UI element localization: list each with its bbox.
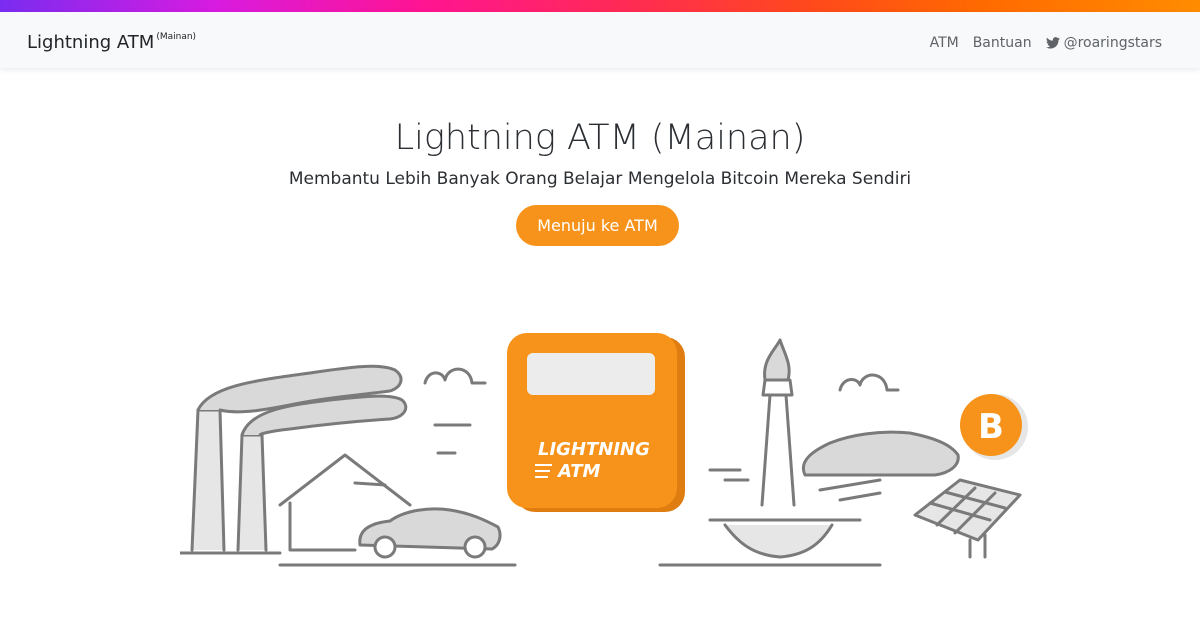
brand-superscript: (Mainan) bbox=[156, 32, 197, 42]
nav-link-twitter-label: @roaringstars bbox=[1063, 35, 1162, 51]
bitcoin-symbol: B bbox=[978, 407, 1004, 447]
go-to-atm-button[interactable]: Menuju ke ATM bbox=[516, 205, 679, 246]
atm-graphic: LIGHTNING ATM bbox=[507, 333, 685, 512]
left-car-graphic bbox=[278, 507, 517, 567]
city-illustration: LIGHTNING ATM B bbox=[180, 333, 1028, 567]
atm-logo-line2: ATM bbox=[556, 461, 600, 482]
bitcoin-coin-icon: B bbox=[960, 394, 1028, 460]
nav-link-bantuan-label: Bantuan bbox=[972, 35, 1032, 51]
brand-title: Lightning ATM bbox=[27, 32, 155, 53]
navbar: Lightning ATM (Mainan) ATM Bantuan @roari… bbox=[0, 12, 1200, 68]
right-cloud-graphic bbox=[838, 373, 900, 392]
nav-link-atm[interactable]: ATM bbox=[930, 35, 959, 51]
twitter-icon bbox=[1045, 37, 1060, 49]
flying-car-graphic bbox=[801, 430, 960, 502]
nav-link-bantuan[interactable]: Bantuan bbox=[973, 35, 1032, 51]
page-subtitle: Membantu Lebih Banyak Orang Belajar Meng… bbox=[288, 169, 912, 189]
solar-panel-graphic bbox=[913, 478, 1022, 559]
atm-logo-line1: LIGHTNING bbox=[538, 439, 650, 460]
nav-link-atm-label: ATM bbox=[929, 35, 959, 51]
left-cloud-graphic bbox=[423, 367, 487, 385]
page-title: Lightning ATM (Mainan) bbox=[394, 118, 806, 158]
brand-logo[interactable]: Lightning ATM (Mainan) bbox=[27, 32, 196, 53]
nav-link-twitter[interactable]: @roaringstars bbox=[1045, 35, 1162, 51]
top-gradient-bar bbox=[0, 0, 1200, 12]
nav-links: ATM Bantuan @roaringstars bbox=[930, 35, 1162, 51]
